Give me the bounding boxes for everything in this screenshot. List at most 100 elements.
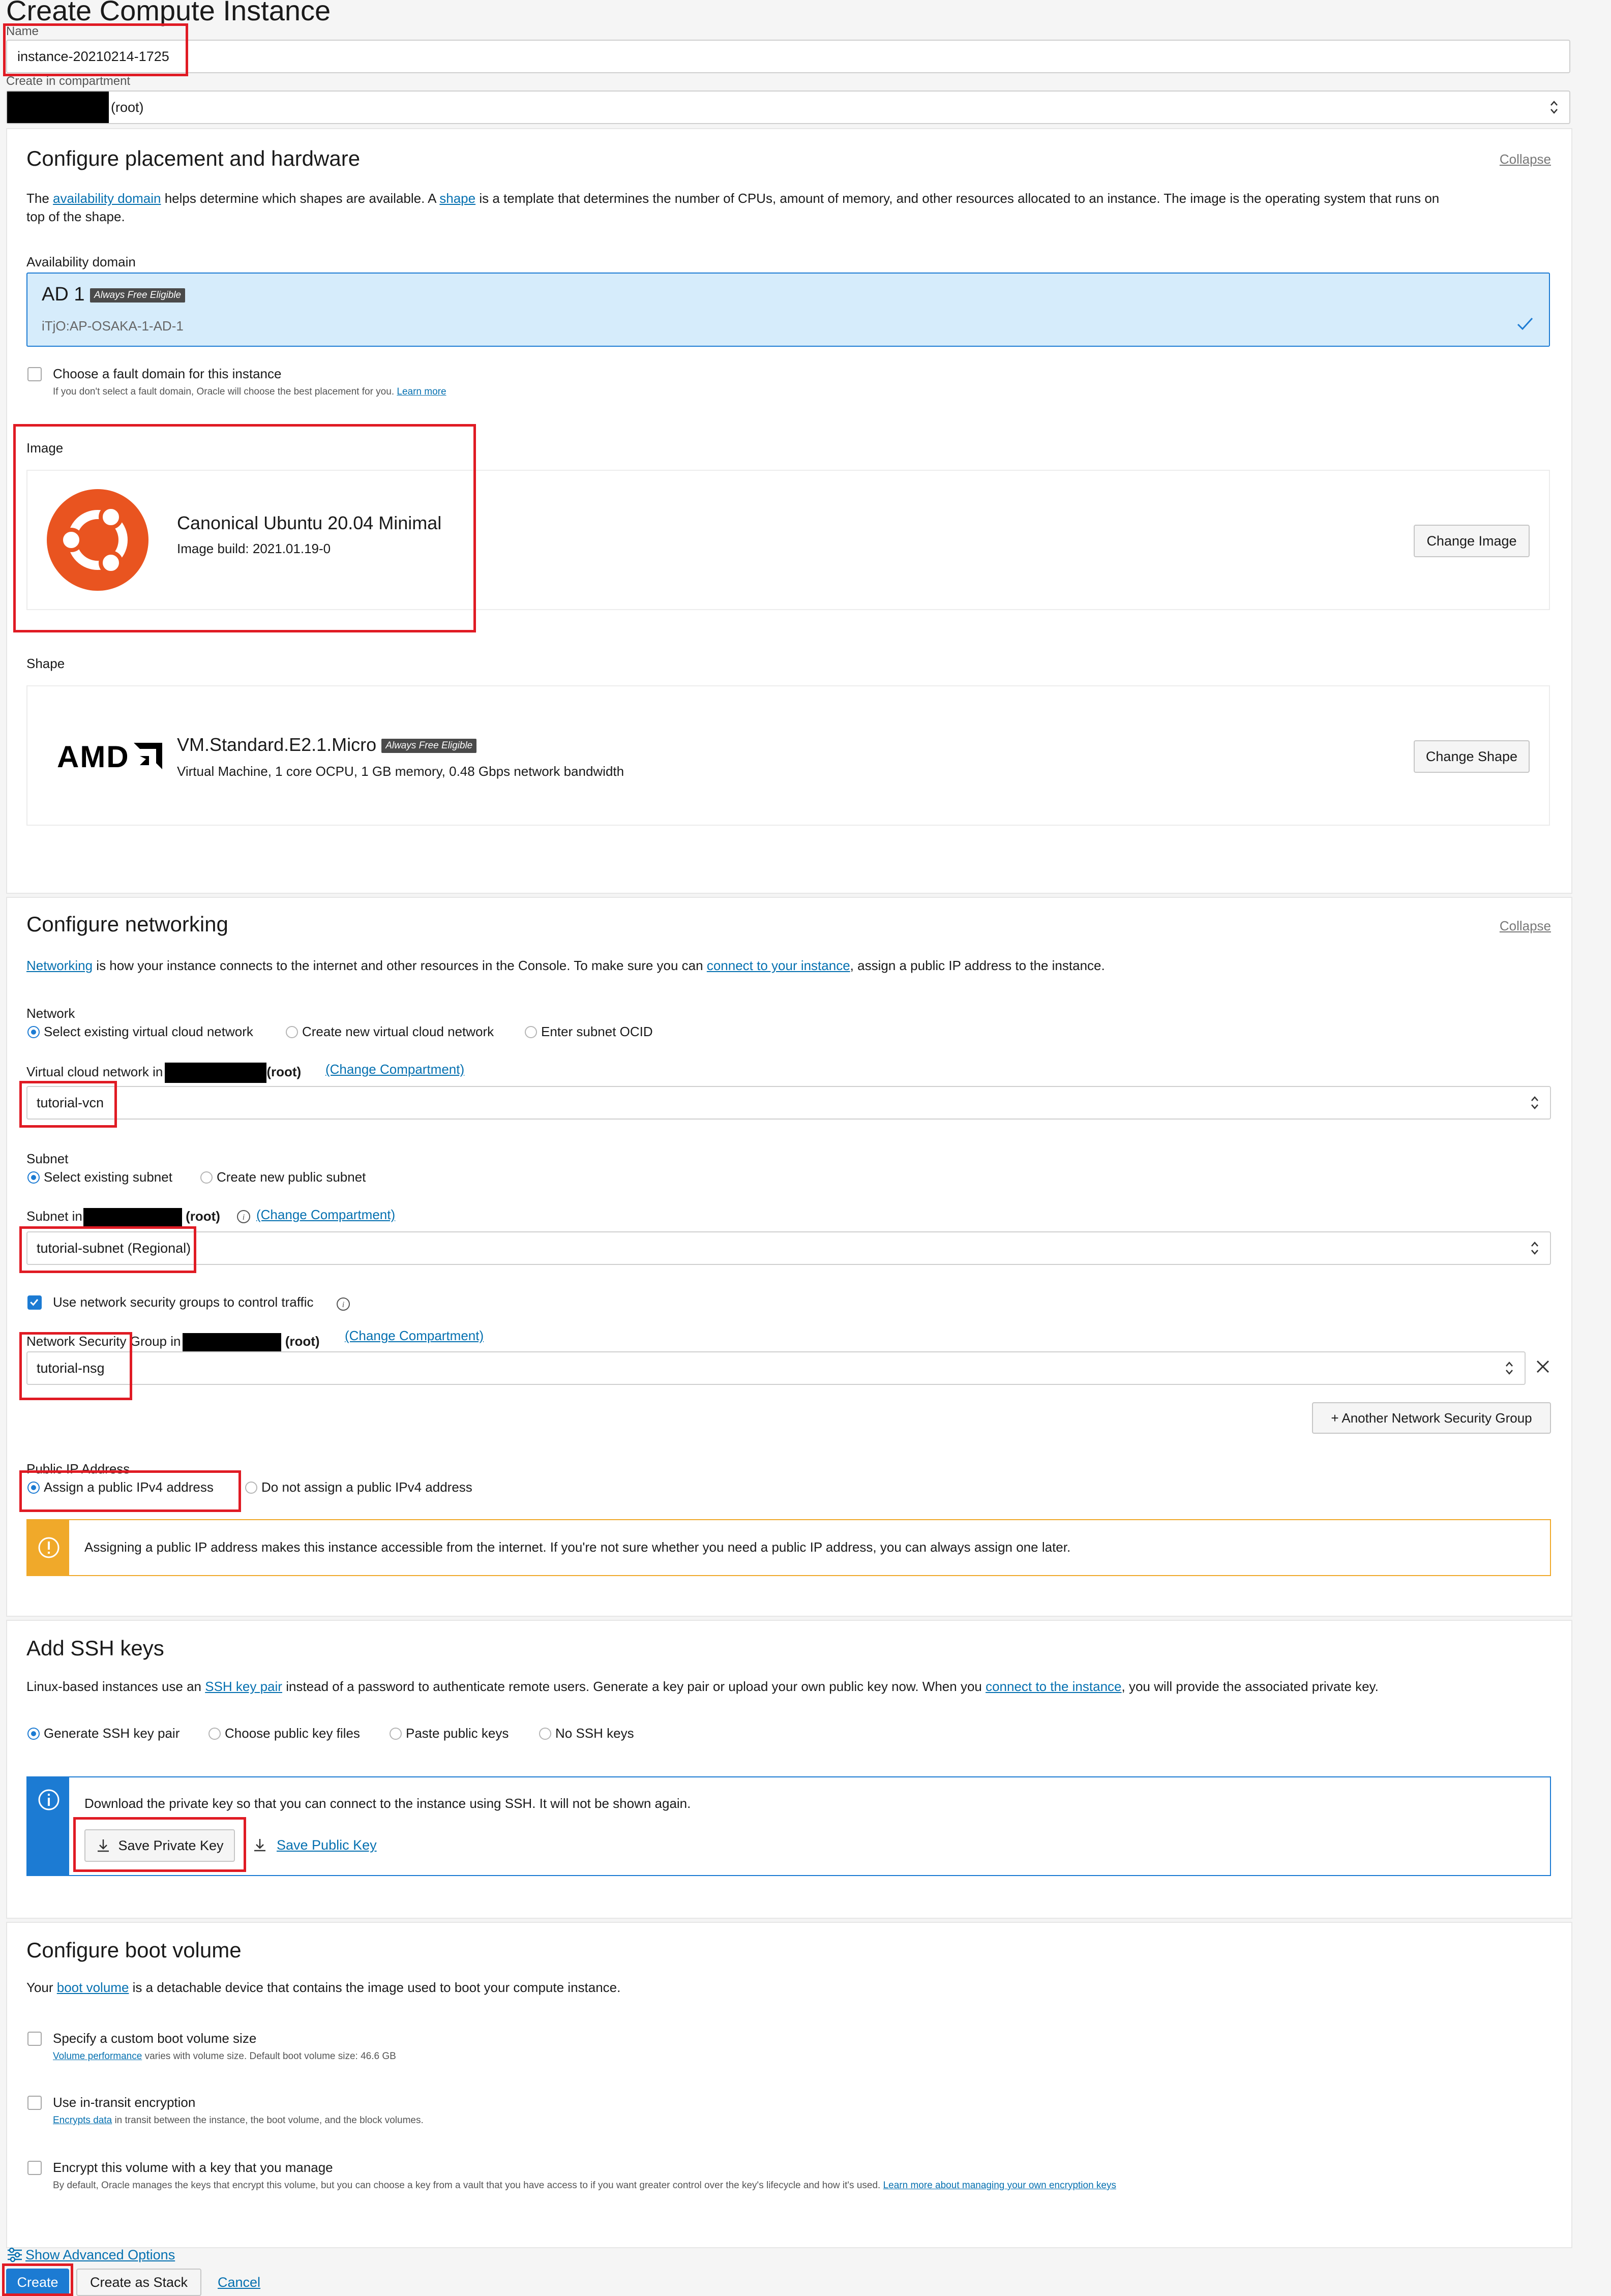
shape-name: VM.Standard.E2.1.Micro [177,734,377,755]
ad-card-selected[interactable]: AD 1 Always Free Eligible iTjO:AP-OSAKA-… [26,273,1550,347]
vcn-label: Virtual cloud network in (root) [26,1063,301,1083]
encrypt-key-help: By default, Oracle manages the keys that… [53,2180,1116,2191]
availability-domain-link[interactable]: availability domain [53,191,161,206]
radio-paste-keys[interactable] [390,1728,402,1740]
radio-no-ssh[interactable] [539,1728,551,1740]
change-shape-button[interactable]: Change Shape [1414,740,1530,773]
svg-text:i: i [243,1213,245,1222]
redacted-subnet-compartment [83,1208,182,1226]
subnet-in-label: Subnet in (root) [26,1208,220,1226]
custom-boot-size-help: Volume performance varies with volume si… [53,2051,396,2062]
redacted-vcn-compartment [165,1063,267,1083]
custom-boot-size-checkbox[interactable] [27,2032,42,2046]
radio-existing-vcn[interactable] [27,1026,40,1038]
radio-new-subnet-label: Create new public subnet [217,1169,366,1185]
encrypts-data-link[interactable]: Encrypts data [53,2115,112,2126]
learn-more-keys-link[interactable]: Learn more about managing your own encry… [883,2180,1116,2191]
compartment-value: (root) [111,100,144,115]
select-arrows-icon [1531,1096,1538,1109]
create-as-stack-button[interactable]: Create as Stack [76,2269,201,2296]
shape-link[interactable]: shape [439,191,475,206]
ad-name: AD 1 [42,284,85,305]
placement-collapse-link[interactable]: Collapse [1500,152,1551,167]
custom-boot-size-label: Specify a custom boot volume size [53,2031,257,2046]
radio-existing-vcn-label: Select existing virtual cloud network [44,1024,253,1039]
radio-choose-files[interactable] [208,1728,221,1740]
select-arrows-icon [1550,101,1558,114]
radio-new-subnet[interactable] [200,1171,213,1184]
name-input[interactable]: instance-20210214-1725 [6,40,1570,73]
show-advanced-options-link[interactable]: Show Advanced Options [25,2247,175,2263]
radio-subnet-ocid-label: Enter subnet OCID [541,1024,653,1039]
redacted-compartment [7,92,109,123]
encrypt-key-label: Encrypt this volume with a key that you … [53,2160,333,2175]
compartment-select[interactable]: (root) [6,90,1570,124]
nsg-change-compartment-link[interactable]: (Change Compartment) [345,1328,484,1344]
boot-volume-link[interactable]: boot volume [57,1980,129,1995]
radio-new-vcn[interactable] [286,1026,298,1038]
radio-choose-files-label: Choose public key files [225,1726,360,1741]
save-public-key-link[interactable]: Save Public Key [277,1837,377,1853]
ssh-key-pair-link[interactable]: SSH key pair [205,1679,282,1694]
always-free-badge: Always Free Eligible [90,288,186,303]
cancel-link[interactable]: Cancel [218,2275,260,2290]
boot-title: Configure boot volume [26,1938,242,1962]
subnet-select[interactable]: tutorial-subnet (Regional) [26,1231,1551,1265]
placement-title: Configure placement and hardware [26,146,361,170]
encrypt-key-checkbox[interactable] [27,2161,42,2175]
in-transit-encryption-help: Encrypts data in transit between the ins… [53,2115,424,2126]
compartment-label: Create in compartment [6,74,131,88]
download-icon [254,1839,265,1852]
redacted-nsg-compartment [183,1333,282,1351]
radio-generate-ssh-label: Generate SSH key pair [44,1726,180,1741]
subnet-change-compartment-link[interactable]: (Change Compartment) [256,1207,395,1223]
warning-icon [38,1537,59,1558]
radio-subnet-ocid[interactable] [525,1026,537,1038]
ssh-info-banner: Download the private key so that you can… [26,1776,1551,1876]
ssh-description: Linux-based instances use an SSH key pai… [26,1679,1379,1694]
nsg-checkbox[interactable] [27,1295,42,1310]
public-ip-highlight [19,1470,241,1512]
networking-description: Networking is how your instance connects… [26,958,1105,973]
warning-banner: Assigning a public IP address makes this… [26,1519,1551,1576]
radio-no-public-ip[interactable] [245,1482,257,1494]
select-arrows-icon [1531,1242,1538,1255]
shape-label: Shape [26,656,65,671]
nsg-select[interactable]: tutorial-nsg [26,1351,1526,1385]
select-arrows-icon [1506,1362,1513,1375]
subnet-highlight [19,1226,196,1273]
in-transit-encryption-checkbox[interactable] [27,2096,42,2110]
ssh-info-text: Download the private key so that you can… [84,1796,691,1811]
info-icon [38,1789,59,1810]
radio-existing-subnet[interactable] [27,1171,40,1184]
radio-paste-keys-label: Paste public keys [406,1726,509,1741]
connect-to-instance-link[interactable]: connect to the instance [986,1679,1121,1694]
in-transit-encryption-label: Use in-transit encryption [53,2095,196,2110]
fault-domain-label: Choose a fault domain for this instance [53,366,282,381]
volume-performance-link[interactable]: Volume performance [53,2051,142,2062]
amd-logo-icon: AMD [57,739,162,774]
networking-link[interactable]: Networking [26,958,93,973]
another-nsg-button[interactable]: + Another Network Security Group [1312,1402,1551,1434]
info-icon[interactable]: i [336,1296,351,1312]
save-private-key-highlight [73,1817,246,1872]
connect-instance-link[interactable]: connect to your instance [707,958,850,973]
placement-panel: Configure placement and hardware Collaps… [6,128,1572,894]
nsg-check-label: Use network security groups to control t… [53,1294,314,1310]
shape-card: AMD VM.Standard.E2.1.Micro Always Free E… [26,685,1550,826]
remove-nsg-close-icon[interactable] [1535,1358,1551,1375]
fault-learn-more-link[interactable]: Learn more [397,386,446,397]
vcn-change-compartment-link[interactable]: (Change Compartment) [325,1062,464,1077]
change-image-button[interactable]: Change Image [1414,525,1530,557]
ssh-panel: Add SSH keys Linux-based instances use a… [6,1620,1572,1919]
shape-free-badge: Always Free Eligible [381,739,477,753]
svg-text:i: i [342,1301,344,1309]
vcn-select[interactable]: tutorial-vcn [26,1086,1551,1120]
vcn-highlight [19,1081,117,1128]
network-label: Network [26,1006,75,1021]
info-icon[interactable]: i [236,1209,251,1224]
placement-description: The availability domain helps determine … [26,191,1440,224]
networking-collapse-link[interactable]: Collapse [1500,918,1551,934]
radio-generate-ssh[interactable] [27,1728,40,1740]
fault-domain-checkbox[interactable] [27,367,42,381]
